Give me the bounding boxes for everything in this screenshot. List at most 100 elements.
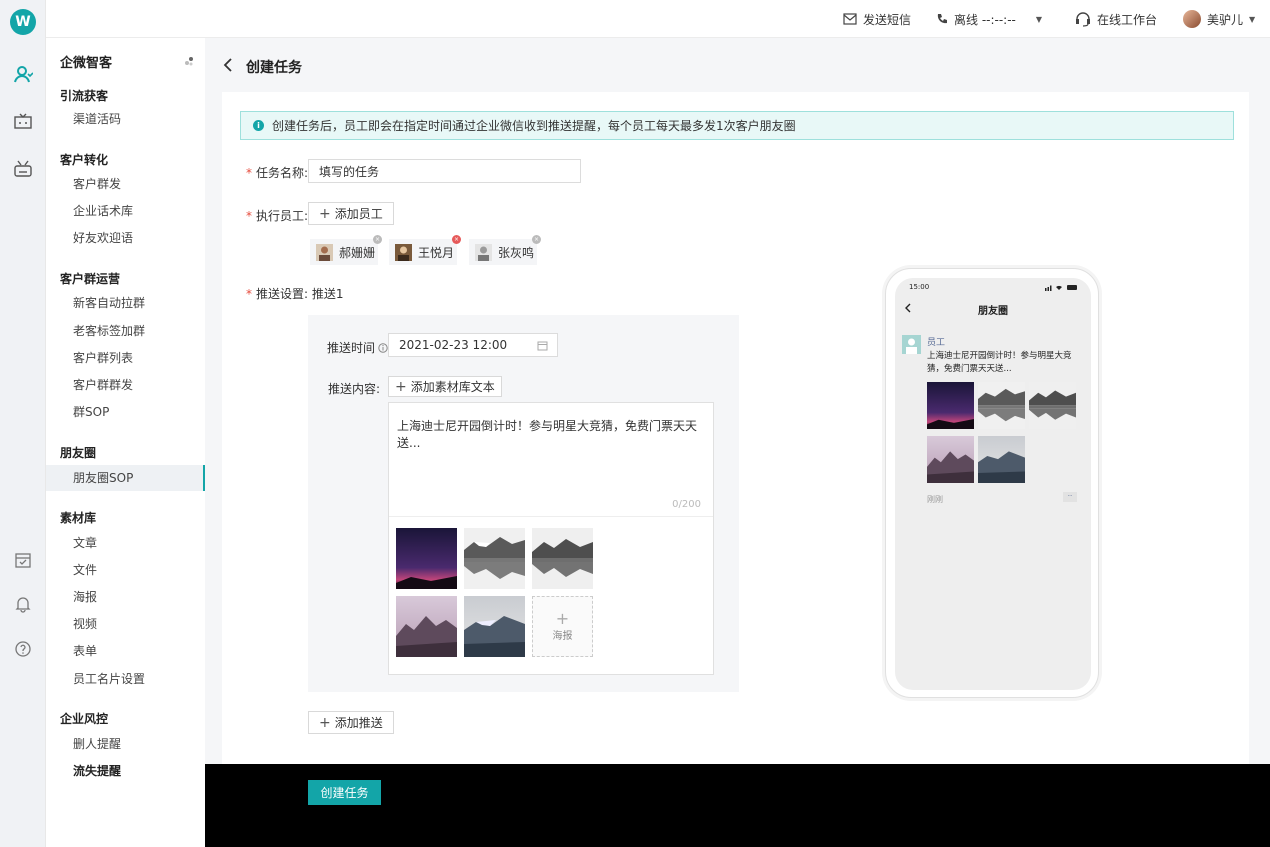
moments-title: 朋友圈 [978, 306, 1008, 317]
menu-group-title: 引流获客 [60, 89, 109, 103]
menu-item-group-list[interactable]: 客户群列表 [46, 345, 205, 371]
user-avatar [1183, 10, 1201, 28]
staff-chip: 张灰鸣 × [469, 235, 541, 265]
message-board-icon[interactable] [11, 110, 35, 134]
image-thumbnail[interactable] [532, 528, 593, 589]
user-menu[interactable]: 美驴儿 ▼ [1183, 0, 1255, 38]
menu-item-churn-alert[interactable]: 流失提醒 [46, 758, 205, 784]
plus-icon: + [555, 609, 570, 628]
staff-avatar [475, 243, 492, 261]
add-push-button[interactable]: + 添加推送 [308, 711, 394, 734]
status-dropdown[interactable]: 离线 --:--:-- ▼ [936, 0, 1042, 38]
bell-icon[interactable] [11, 592, 35, 616]
send-sms-button[interactable]: 发送短信 [843, 0, 911, 38]
image-thumbnail[interactable] [396, 596, 457, 657]
create-task-button[interactable]: 创建任务 [308, 780, 381, 805]
info-circle-icon[interactable] [378, 342, 388, 353]
calendar-check-icon[interactable] [11, 548, 35, 572]
calendar-icon [537, 341, 548, 351]
remove-staff-icon[interactable]: × [373, 235, 382, 244]
menu-item-video[interactable]: 视频 [46, 611, 205, 637]
menu-item-form[interactable]: 表单 [46, 638, 205, 664]
workbench-button[interactable]: 在线工作台 [1075, 0, 1157, 38]
top-bar: 发送短信 离线 --:--:-- ▼ 在线工作台 美驴儿 ▼ [46, 0, 1270, 38]
app-logo-icon[interactable]: W [10, 9, 36, 35]
menu-group-title: 客户转化 [60, 153, 109, 167]
moment-image [1029, 382, 1076, 429]
push-time-label: 推送时间 [327, 339, 388, 356]
menu-item-channel-code[interactable]: 渠道活码 [46, 106, 205, 132]
workbench-label: 在线工作台 [1097, 12, 1158, 27]
menu-item-group-broadcast[interactable]: 客户群群发 [46, 372, 205, 398]
divider [389, 516, 713, 517]
plus-icon: + [395, 378, 407, 395]
phone-time: 15:00 [909, 283, 930, 291]
collapse-menu-icon[interactable] [182, 54, 196, 68]
menu-item-mass-message[interactable]: 客户群发 [46, 171, 205, 197]
push-time-picker[interactable]: 2021-02-23 12:00 [388, 333, 558, 357]
menu-item-article[interactable]: 文章 [46, 530, 205, 556]
phone-nav-bar: 朋友圈 [895, 296, 1091, 320]
moment-image [927, 436, 974, 483]
mail-icon [843, 13, 857, 25]
info-icon: i [253, 120, 264, 131]
chevron-down-icon: ▼ [1035, 14, 1043, 24]
notice-text: 创建任务后，员工即会在指定时间通过企业微信收到推送提醒，每个员工每天最多发1次客… [272, 119, 796, 133]
add-staff-button[interactable]: + 添加员工 [308, 202, 394, 225]
author-name: 员工 [927, 338, 946, 348]
phone-icon [937, 14, 947, 24]
back-arrow-icon[interactable] [221, 56, 235, 74]
remove-staff-icon[interactable]: × [532, 235, 541, 244]
menu-item-poster[interactable]: 海报 [46, 584, 205, 610]
moment-image [978, 436, 1025, 483]
push-settings-label: * 推送设置: 推送1 [246, 287, 344, 301]
menu-group-title: 企业风控 [60, 712, 109, 726]
menu-group-title: 素材库 [60, 511, 97, 525]
icon-rail: W [0, 0, 46, 847]
page-title: 创建任务 [246, 60, 302, 76]
image-thumbnail[interactable] [464, 528, 525, 589]
menu-title: 企微智客 [60, 56, 113, 71]
menu-item-moments-sop[interactable]: 朋友圈SOP [46, 465, 205, 491]
menu-item-file[interactable]: 文件 [46, 557, 205, 583]
menu-item-auto-group[interactable]: 新客自动拉群 [46, 290, 205, 316]
menu-item-business-card[interactable]: 员工名片设置 [46, 666, 205, 692]
menu-item-script-library[interactable]: 企业话术库 [46, 198, 205, 224]
push-content-label: 推送内容: [328, 382, 381, 396]
send-sms-label: 发送短信 [863, 12, 912, 27]
add-material-text-button[interactable]: + 添加素材库文本 [388, 376, 502, 397]
robot-icon[interactable] [11, 157, 35, 181]
content-editor[interactable]: 上海迪士尼开园倒计时！参与明星大竞猜，免费门票天天送... 0/200 + 海报 [388, 402, 714, 675]
menu-item-welcome-message[interactable]: 好友欢迎语 [46, 225, 205, 251]
more-icon: ·· [1063, 492, 1077, 502]
phone-status-bar: 15:00 [895, 278, 1091, 296]
staff-chip: 王悦月 × [389, 235, 461, 265]
add-poster-button[interactable]: + 海报 [532, 596, 593, 657]
staff-chip: 郝姗姗 × [310, 235, 382, 265]
remove-staff-icon[interactable]: × [452, 235, 461, 244]
menu-item-group-sop[interactable]: 群SOP [46, 399, 205, 425]
menu-item-delete-alert[interactable]: 删人提醒 [46, 731, 205, 757]
image-thumbnail[interactable] [396, 528, 457, 589]
task-name-input[interactable] [308, 159, 581, 183]
task-name-label: * 任务名称: [246, 166, 309, 180]
help-icon[interactable] [11, 637, 35, 661]
image-thumbnail[interactable] [464, 596, 525, 657]
char-count: 0/200 [672, 499, 701, 510]
menu-group-title: 朋友圈 [60, 446, 97, 460]
author-avatar [902, 335, 921, 354]
page-header: 创建任务 [205, 38, 1270, 92]
staff-avatar [316, 243, 333, 261]
content-text[interactable]: 上海迪士尼开园倒计时！参与明星大竞猜，免费门票天天送... [397, 417, 713, 451]
staff-label: * 执行员工: [246, 209, 309, 223]
phone-screen: 15:00 朋友圈 员工 上海迪士尼开园倒计时！参与明星大竞猜，免费门票天天送.… [895, 278, 1091, 690]
moment-image [978, 382, 1025, 429]
staff-avatar [395, 243, 412, 261]
menu-group-title: 客户群运营 [60, 272, 121, 286]
customer-icon[interactable] [11, 62, 35, 86]
phone-preview: 15:00 朋友圈 员工 上海迪士尼开园倒计时！参与明星大竞猜，免费门票天天送.… [885, 268, 1099, 698]
plus-icon: + [319, 205, 331, 222]
status-label: 离线 --:--:-- [954, 12, 1016, 27]
menu-item-tag-group[interactable]: 老客标签加群 [46, 318, 205, 344]
signal-icon [1045, 285, 1077, 291]
